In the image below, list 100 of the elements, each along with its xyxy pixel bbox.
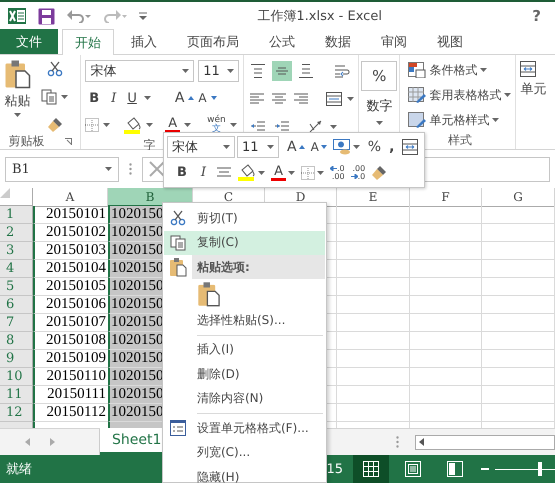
format-painter-icon[interactable] [46,117,62,133]
italic-button[interactable]: I [107,90,120,106]
style-menu-button[interactable]: 单元格样式 [429,112,490,128]
scissors-icon[interactable] [170,210,186,226]
caret-icon[interactable] [347,97,354,101]
help-button[interactable]: ? [532,7,541,25]
row-header[interactable]: 9 [0,350,33,368]
caret-icon[interactable] [230,123,237,127]
bold-button[interactable]: B [85,90,104,106]
font-size-field[interactable]: 11 [237,136,279,158]
file-tab[interactable]: 文件 [0,29,58,54]
caret-icon[interactable] [330,125,338,129]
row-header[interactable]: 6 [0,296,33,314]
column-header[interactable]: A [33,188,108,207]
row-header[interactable]: 11 [0,386,33,404]
style-menu-button[interactable]: 条件格式 [429,62,478,78]
caret-icon[interactable] [316,170,324,175]
ribbon-tab[interactable]: 审阅 [368,29,420,54]
comma-button[interactable]: , [389,139,394,156]
accounting-format-icon[interactable] [332,139,351,156]
font-size-field[interactable]: 11 [198,60,240,82]
table-format-icon[interactable] [408,87,426,103]
column-header[interactable]: G [482,188,555,207]
row-header[interactable]: 12 [0,404,33,422]
number-format-button[interactable]: % [361,61,398,91]
column-header[interactable]: F [410,188,482,207]
row-header[interactable]: 10 [0,368,33,386]
caret-icon[interactable] [492,118,500,122]
percent-button[interactable]: % [368,139,382,156]
format-cells-icon[interactable] [170,420,186,436]
cells-icon[interactable] [520,61,536,77]
caret-icon[interactable] [288,170,295,175]
caret-icon[interactable] [144,96,151,100]
grip-icon[interactable] [396,436,399,448]
caret-icon[interactable] [103,123,110,127]
normal-view-button[interactable] [353,455,389,483]
alignment-button[interactable] [272,61,292,81]
ribbon-tab[interactable]: 视图 [424,29,476,54]
caret-icon[interactable] [504,93,512,97]
cell-styles-icon[interactable] [408,112,426,128]
paste-option-icon[interactable] [197,280,220,306]
caret-icon[interactable] [258,170,266,175]
save-icon[interactable] [38,8,55,24]
menu-item[interactable]: 隐藏(H) [164,465,325,483]
fill-color-icon[interactable] [238,164,256,182]
caret-icon[interactable] [146,123,154,127]
shrink-font-button[interactable]: A [198,91,207,105]
font-color-button[interactable]: A [271,164,286,181]
row-header[interactable]: 3 [0,242,33,260]
copy-icon[interactable] [170,234,186,251]
phonetic-button[interactable]: wén 文 [207,116,226,134]
row-header[interactable]: 8 [0,332,33,350]
scroll-left-icon[interactable] [419,438,424,446]
ribbon-tab[interactable]: 开始 [62,29,114,55]
column-header[interactable]: E [337,188,410,207]
paste-button[interactable]: 粘贴 [4,59,31,133]
horizontal-scrollbar[interactable] [415,434,555,450]
ribbon-tab[interactable]: 页面布局 [174,29,252,54]
undo-icon[interactable] [67,9,91,23]
dialog-launcher-icon[interactable] [64,138,72,145]
align-center-icon[interactable] [216,166,232,179]
conditional-format-icon[interactable] [408,62,426,78]
row-header[interactable]: 7 [0,314,33,332]
increase-decimal-button[interactable]: .0 .00 [330,164,345,181]
underline-button[interactable]: U [124,90,140,106]
copy-icon[interactable] [41,89,57,105]
fill-color-icon[interactable] [124,116,142,134]
ribbon-tab[interactable]: 数据 [312,29,364,54]
ribbon-tab[interactable]: 插入 [118,29,170,54]
caret-icon[interactable] [61,95,68,99]
grow-font-button[interactable]: A [174,90,184,106]
app-logo-icon[interactable] [8,7,26,25]
caret-icon[interactable] [480,68,488,72]
customize-menu-icon[interactable] [139,12,147,20]
row-header[interactable]: 2 [0,224,33,242]
paste-icon[interactable] [169,257,187,277]
caret-icon[interactable] [184,123,192,127]
borders-icon[interactable] [300,166,315,180]
italic-button[interactable]: I [196,165,210,180]
ribbon-tab[interactable]: 公式 [256,29,308,54]
cancel-icon[interactable] [149,161,165,177]
row-header[interactable]: 4 [0,260,33,278]
shrink-font-button[interactable]: A [310,140,319,154]
grow-font-button[interactable]: A [287,139,297,156]
bold-button[interactable]: B [173,165,191,180]
alignment-button[interactable] [325,89,344,109]
menu-item[interactable]: 复制(C) [164,230,325,255]
cut-icon[interactable] [46,61,62,77]
decrease-decimal-button[interactable]: .00 .0 [350,164,366,181]
row-header[interactable]: 1 [0,206,33,224]
format-painter-icon[interactable] [371,164,388,181]
slider-thumb[interactable] [538,462,542,476]
row-header[interactable]: 5 [0,278,33,296]
name-box[interactable]: B1 [5,156,119,182]
style-menu-button[interactable]: 套用表格格式 [429,86,502,104]
paste-icon[interactable] [4,59,31,89]
cell-format-icon[interactable] [402,139,418,156]
borders-icon[interactable] [85,118,100,132]
font-name-field[interactable]: 宋体 [85,60,194,82]
font-name-field[interactable]: 宋体 [167,136,235,158]
